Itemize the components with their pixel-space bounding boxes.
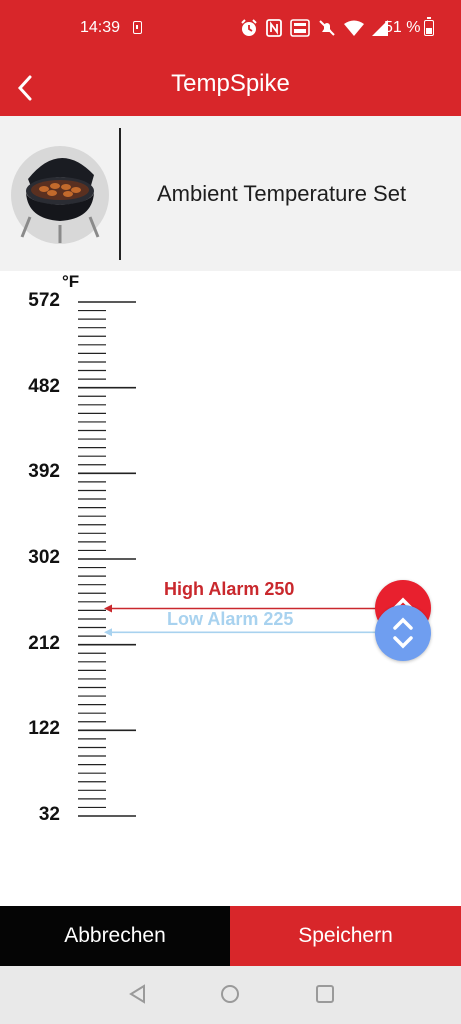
system-nav-bar	[0, 966, 461, 1024]
wifi-icon	[344, 20, 364, 36]
low-alarm-arrowhead	[104, 628, 112, 637]
panel-title: Ambient Temperature Set	[157, 181, 407, 206]
status-time: 14:39	[80, 19, 121, 36]
grill-image	[11, 146, 109, 244]
low-alarm-handle[interactable]	[375, 605, 431, 661]
action-bar: Abbrechen Speichern	[0, 906, 461, 966]
cancel-button[interactable]: Abbrechen	[0, 906, 230, 966]
header-divider	[119, 128, 121, 260]
up-down-chevron-icon	[393, 617, 413, 649]
battery-icon	[424, 17, 434, 36]
volte-icon	[290, 19, 310, 37]
tick-label: 212	[28, 632, 60, 654]
alarm-clock-icon	[241, 19, 257, 36]
status-icons	[240, 18, 388, 38]
save-button[interactable]: Speichern	[230, 906, 461, 966]
battery-percent: 51 %	[384, 19, 421, 36]
tick-label: 32	[38, 804, 60, 825]
high-alarm-label: High Alarm 250	[164, 579, 295, 599]
sim-icon	[133, 21, 142, 34]
home-circle-icon[interactable]	[220, 984, 240, 1004]
app-title: TempSpike	[171, 70, 290, 97]
tick-label: 302	[28, 547, 60, 568]
back-triangle-icon[interactable]	[128, 984, 148, 1004]
app-bar: TempSpike	[0, 58, 461, 116]
nfc-icon	[266, 19, 282, 37]
scale-unit: °F	[62, 272, 80, 291]
tick-label: 572	[28, 290, 60, 311]
tick-label: 392	[28, 461, 60, 483]
status-bar: 14:39 51 %	[0, 0, 461, 58]
low-alarm-label: Low Alarm 225	[167, 609, 294, 629]
mute-icon	[319, 20, 335, 36]
tick-label: 122	[28, 718, 60, 740]
tick-label: 482	[28, 375, 60, 397]
recents-square-icon[interactable]	[315, 984, 335, 1004]
high-alarm-arrowhead	[104, 604, 112, 613]
